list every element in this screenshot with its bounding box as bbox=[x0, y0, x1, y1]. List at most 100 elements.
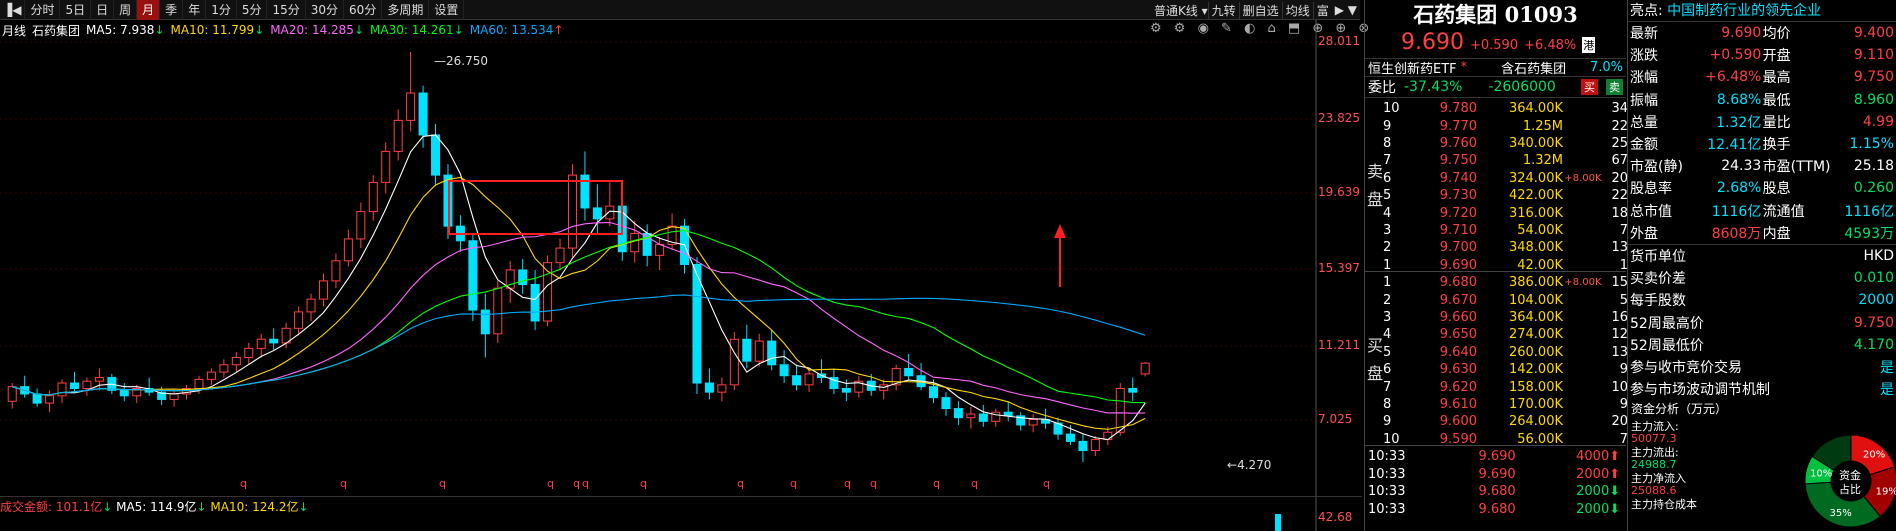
book-row[interactable]: 8 9.610 170.00K 9 bbox=[1383, 396, 1628, 413]
candle[interactable] bbox=[605, 182, 615, 227]
period-tab[interactable]: 月 bbox=[137, 0, 161, 20]
candle[interactable] bbox=[804, 368, 814, 393]
nav-right-icon[interactable]: ▶ ▼ bbox=[1332, 3, 1360, 17]
candle[interactable] bbox=[82, 377, 92, 396]
book-row[interactable]: 10 9.780 364.00K 34 bbox=[1383, 100, 1628, 117]
candle[interactable] bbox=[256, 333, 266, 358]
candle[interactable] bbox=[543, 255, 553, 327]
candle[interactable] bbox=[356, 202, 366, 249]
candle[interactable] bbox=[493, 280, 503, 343]
candle[interactable] bbox=[729, 331, 739, 391]
candle[interactable] bbox=[779, 350, 789, 384]
book-row[interactable]: 2 9.700 348.00K 13 bbox=[1383, 239, 1628, 256]
candle[interactable] bbox=[306, 293, 316, 322]
event-marker[interactable]: q bbox=[1043, 477, 1050, 490]
book-row[interactable]: 4 9.720 316.00K 18 bbox=[1383, 204, 1628, 221]
book-row[interactable]: 6 9.630 142.00K 9 bbox=[1383, 361, 1628, 378]
candle[interactable] bbox=[368, 175, 378, 221]
candle[interactable] bbox=[1090, 435, 1100, 456]
candle[interactable] bbox=[219, 359, 229, 378]
candle[interactable] bbox=[45, 390, 55, 413]
book-row[interactable]: 8 9.760 340.00K 25 bbox=[1383, 135, 1628, 152]
candle[interactable] bbox=[717, 377, 727, 402]
candle[interactable] bbox=[294, 306, 304, 336]
chart-tool-button[interactable]: 删自选 bbox=[1238, 1, 1282, 19]
candle[interactable] bbox=[269, 328, 279, 351]
candle[interactable] bbox=[381, 142, 391, 194]
candle[interactable] bbox=[1016, 412, 1026, 431]
candle[interactable] bbox=[941, 392, 951, 416]
candle[interactable] bbox=[144, 377, 154, 396]
event-marker[interactable]: q bbox=[547, 477, 554, 490]
candle[interactable] bbox=[393, 109, 403, 161]
book-row[interactable]: 7 9.750 1.32M 67 bbox=[1383, 152, 1628, 169]
candle[interactable] bbox=[20, 375, 30, 398]
event-marker[interactable]: q bbox=[240, 477, 247, 490]
chart-tool-button[interactable]: 九转 bbox=[1207, 1, 1239, 19]
candle[interactable] bbox=[94, 368, 104, 391]
book-row[interactable]: 7 9.620 158.00K 10 bbox=[1383, 378, 1628, 395]
event-marker[interactable]: q bbox=[971, 477, 978, 490]
sell-button[interactable]: 卖 bbox=[1606, 79, 1623, 95]
candle[interactable] bbox=[1028, 414, 1038, 433]
candle[interactable] bbox=[655, 237, 665, 270]
book-row[interactable]: 5 9.730 422.00K 22 bbox=[1383, 187, 1628, 204]
period-tab[interactable]: 30分 bbox=[306, 0, 345, 20]
book-row[interactable]: 10 9.590 56.00K 7 bbox=[1383, 431, 1628, 448]
candle[interactable] bbox=[206, 368, 216, 385]
candle[interactable] bbox=[406, 52, 416, 132]
candle[interactable] bbox=[704, 368, 714, 400]
candle[interactable] bbox=[32, 388, 42, 407]
chart-tool-button[interactable]: 富 bbox=[1312, 1, 1332, 19]
candle[interactable] bbox=[767, 330, 777, 371]
candle[interactable] bbox=[331, 253, 341, 289]
event-marker[interactable]: q bbox=[582, 477, 589, 490]
candle[interactable] bbox=[567, 164, 577, 258]
candle[interactable] bbox=[418, 85, 428, 148]
period-tab[interactable]: 15分 bbox=[267, 0, 306, 20]
period-tab[interactable]: 1分 bbox=[206, 0, 237, 20]
candle[interactable] bbox=[231, 352, 241, 373]
candle[interactable] bbox=[468, 233, 478, 322]
book-row[interactable]: 4 9.650 274.00K 12 bbox=[1383, 326, 1628, 343]
candle[interactable] bbox=[343, 229, 353, 267]
period-tab[interactable]: 年 bbox=[183, 0, 207, 20]
candle[interactable] bbox=[680, 218, 690, 274]
candle[interactable] bbox=[480, 293, 490, 358]
candle[interactable] bbox=[891, 364, 901, 391]
event-marker[interactable]: q bbox=[737, 477, 744, 490]
kline-chart[interactable]: qqqqqqqqqqqqqq bbox=[0, 20, 1362, 531]
candle[interactable] bbox=[443, 164, 453, 239]
period-tab[interactable]: 分时 bbox=[25, 0, 61, 20]
candle[interactable] bbox=[953, 401, 963, 425]
event-marker[interactable]: q bbox=[844, 477, 851, 490]
candle[interactable] bbox=[1078, 434, 1088, 462]
candle[interactable] bbox=[580, 151, 590, 221]
candle[interactable] bbox=[966, 406, 976, 429]
candle[interactable] bbox=[854, 375, 864, 398]
candle[interactable] bbox=[69, 372, 79, 393]
candle[interactable] bbox=[916, 362, 926, 391]
book-row[interactable]: 2 9.670 104.00K 5 bbox=[1383, 291, 1628, 308]
book-row[interactable]: 5 9.640 260.00K 13 bbox=[1383, 344, 1628, 361]
candle[interactable] bbox=[692, 257, 702, 394]
chart-tool-button[interactable]: 均线 bbox=[1281, 1, 1313, 19]
candle[interactable] bbox=[904, 353, 914, 380]
highlight-text[interactable]: 中国制药行业的领先企业 bbox=[1667, 3, 1821, 19]
book-row[interactable]: 1 9.680 386.00K +8.00K 15 bbox=[1383, 274, 1628, 291]
candle[interactable] bbox=[57, 379, 67, 404]
candle[interactable] bbox=[518, 259, 528, 294]
candle[interactable] bbox=[792, 364, 802, 391]
event-marker[interactable]: q bbox=[640, 477, 647, 490]
period-tab[interactable]: 5分 bbox=[237, 0, 268, 20]
period-tab[interactable]: 日 bbox=[91, 0, 115, 20]
candle[interactable] bbox=[1053, 417, 1063, 440]
book-row[interactable]: 3 9.660 364.00K 16 bbox=[1383, 309, 1628, 326]
candle[interactable] bbox=[505, 260, 515, 303]
candle[interactable] bbox=[816, 359, 826, 384]
period-tab[interactable]: 多周期 bbox=[382, 0, 430, 20]
candle[interactable] bbox=[1128, 377, 1138, 402]
period-tab[interactable]: 5日 bbox=[60, 0, 92, 20]
candle[interactable] bbox=[978, 404, 988, 427]
candle[interactable] bbox=[555, 238, 565, 270]
